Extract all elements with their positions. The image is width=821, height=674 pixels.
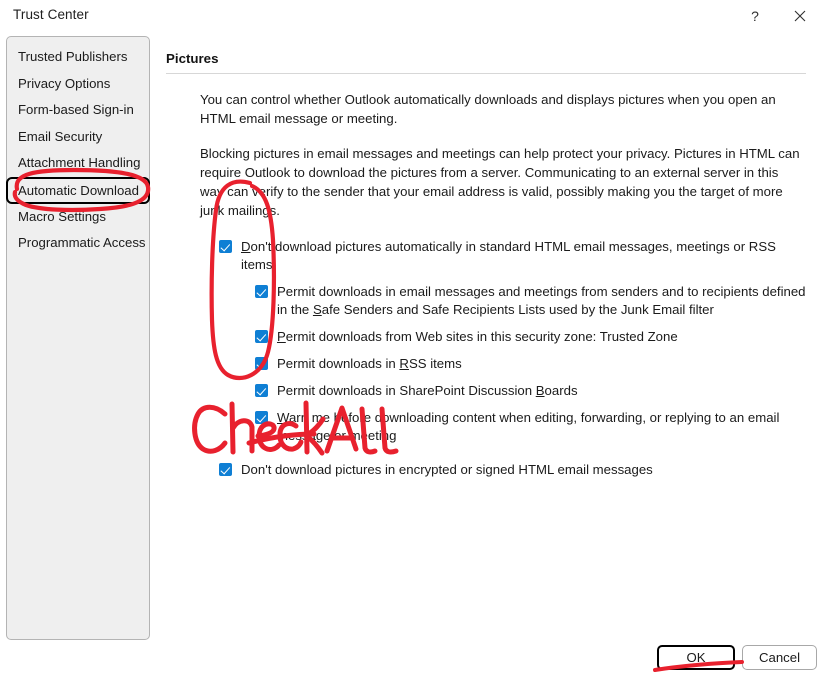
option-label-text: oards <box>544 383 578 398</box>
checkbox-permit-rss-items[interactable] <box>255 357 268 370</box>
accelerator-letter: B <box>535 383 545 398</box>
sidebar-item-label: Macro Settings <box>18 208 106 224</box>
sidebar-item-label: Privacy Options <box>18 75 111 91</box>
title-bar: Trust Center ? <box>0 0 821 32</box>
option-label: Don't download pictures in encrypted or … <box>241 462 653 477</box>
option-label-text: arn me before downloading content when e… <box>277 410 780 443</box>
option-row-permit-sharepoint-boards[interactable]: Permit downloads in SharePoint Discussio… <box>166 382 806 400</box>
cancel-button[interactable]: Cancel <box>742 645 817 670</box>
checkbox-permit-safe-senders[interactable] <box>255 285 268 298</box>
close-icon[interactable] <box>778 0 821 31</box>
option-row-dont-download-encrypted[interactable]: Don't download pictures in encrypted or … <box>166 461 806 479</box>
options-list: Don't download pictures automatically in… <box>166 238 806 479</box>
accelerator-letter: D <box>241 239 251 254</box>
description-paragraph-2: Blocking pictures in email messages and … <box>200 146 800 218</box>
option-label-prefix: Permit downloads in <box>277 356 400 371</box>
option-label: Permit downloads from Web sites in this … <box>277 328 678 346</box>
sidebar-item-label: Attachment Handling <box>18 155 141 170</box>
window-title: Trust Center <box>13 7 89 22</box>
page-title: Pictures <box>166 51 219 66</box>
sidebar-item-label: Form-based Sign-in <box>18 102 134 117</box>
option-row-permit-safe-senders[interactable]: Permit downloads in email messages and m… <box>166 283 806 319</box>
sidebar-item-email-security[interactable]: Email Security <box>7 124 149 151</box>
sidebar-item-label: Email Security <box>18 128 103 144</box>
description-paragraph-1: You can control whether Outlook automati… <box>200 92 776 126</box>
option-label: Permit downloads in RSS items <box>277 355 462 373</box>
sidebar-item-label: Automatic Download <box>18 182 139 198</box>
sidebar-item-programmatic-access[interactable]: Programmatic Access <box>7 230 149 257</box>
option-row-permit-trusted-zone[interactable]: Permit downloads from Web sites in this … <box>166 328 806 346</box>
sidebar-item-label: Programmatic Access <box>18 235 146 250</box>
sidebar-item-privacy-options[interactable]: Privacy Options <box>7 71 149 98</box>
checkbox-dont-download-encrypted[interactable] <box>219 463 232 476</box>
help-icon[interactable]: ? <box>733 0 777 31</box>
sidebar-item-macro-settings[interactable]: Macro Settings <box>7 204 149 231</box>
option-label: Permit downloads in email messages and m… <box>277 283 806 319</box>
trust-center-dialog: Trust Center ? Trusted Publishers Privac… <box>0 0 821 674</box>
checkbox-warn-before-downloading[interactable] <box>255 411 268 424</box>
option-label-text: afe Senders and Safe Recipients Lists us… <box>321 302 714 317</box>
sidebar-item-label: Trusted Publishers <box>18 49 128 64</box>
category-sidebar[interactable]: Trusted Publishers Privacy Options Form-… <box>6 36 150 640</box>
option-label: Don't download pictures automatically in… <box>241 238 806 274</box>
ok-button[interactable]: OK <box>657 645 735 670</box>
option-label-prefix: Permit downloads in SharePoint Discussio… <box>277 383 536 398</box>
main-content-pane: Pictures You can control whether Outlook… <box>166 36 806 488</box>
accelerator-letter: S <box>312 302 322 317</box>
checkbox-permit-sharepoint-boards[interactable] <box>255 384 268 397</box>
option-row-dont-download-standard[interactable]: Don't download pictures automatically in… <box>166 238 806 274</box>
option-label: Warn me before downloading content when … <box>277 409 806 445</box>
option-row-permit-rss-items[interactable]: Permit downloads in RSS items <box>166 355 806 373</box>
accelerator-letter: P <box>277 329 286 344</box>
accelerator-letter: W <box>277 410 289 425</box>
sidebar-item-form-based-sign-in[interactable]: Form-based Sign-in <box>7 97 149 124</box>
option-label-text: ermit downloads from Web sites in this s… <box>285 329 678 344</box>
sidebar-item-attachment-handling[interactable]: Attachment Handling <box>7 150 149 177</box>
section-divider <box>166 73 806 74</box>
accelerator-letter: R <box>399 356 409 371</box>
sidebar-item-trusted-publishers[interactable]: Trusted Publishers <box>7 44 149 71</box>
option-label: Permit downloads in SharePoint Discussio… <box>277 382 578 400</box>
option-row-warn-before-downloading[interactable]: Warn me before downloading content when … <box>166 409 806 445</box>
sidebar-item-automatic-download[interactable]: Automatic Download <box>6 176 150 204</box>
option-label-text: SS items <box>408 356 462 371</box>
checkbox-dont-download-standard[interactable] <box>219 240 232 253</box>
checkbox-permit-trusted-zone[interactable] <box>255 330 268 343</box>
option-label-text: on't download pictures automatically in … <box>241 239 776 272</box>
